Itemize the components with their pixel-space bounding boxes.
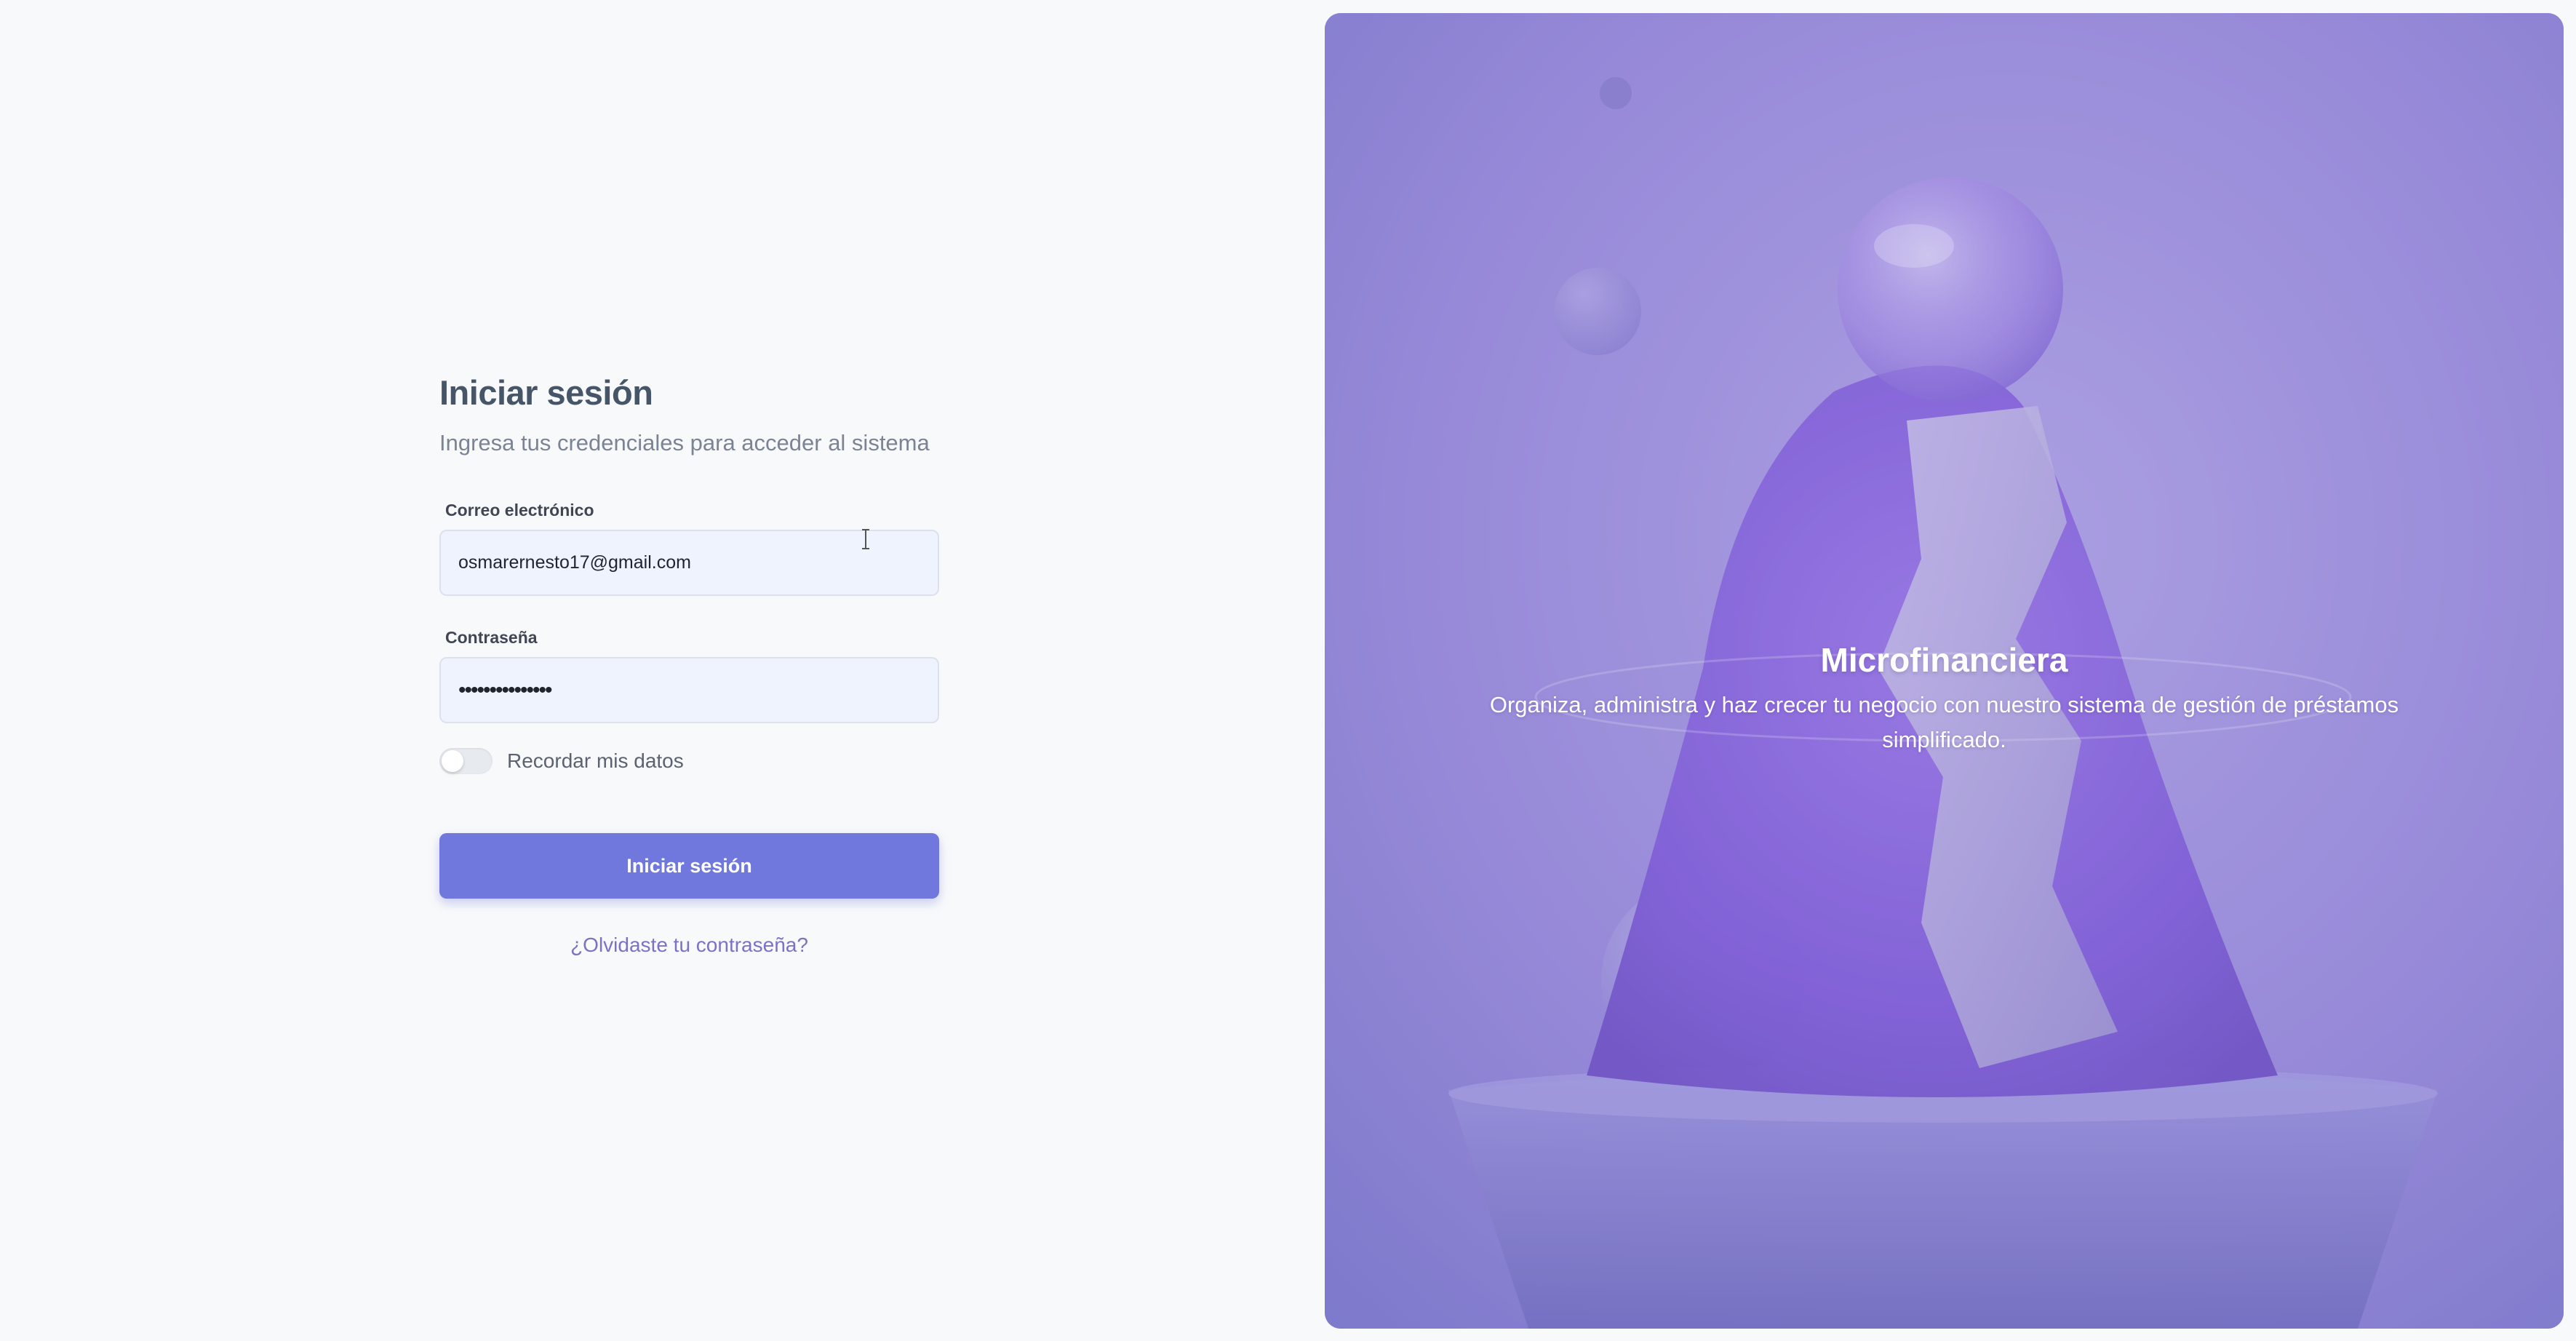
forgot-password-link[interactable]: ¿Olvidaste tu contraseña? [439,934,939,957]
login-button[interactable]: Iniciar sesión [439,833,939,899]
text-cursor-icon [862,529,869,549]
page-subtitle: Ingresa tus credenciales para acceder al… [439,430,930,455]
hero-panel: Microfinanciera Organiza, administra y h… [1325,13,2564,1329]
hero-title: Microfinanciera [1820,641,2068,679]
email-label: Correo electrónico [445,501,594,520]
remember-row: Recordar mis datos [439,745,939,777]
hero-text: Microfinanciera Organiza, administra y h… [1441,635,2447,757]
password-label: Contraseña [445,628,538,647]
remember-toggle[interactable] [439,748,493,774]
login-page: Iniciar sesión Ingresa tus credenciales … [0,0,2576,1341]
toggle-knob [442,750,463,772]
hero-description: Organiza, administra y haz crecer tu neg… [1489,692,2399,752]
password-field[interactable]: ••••••••••••••• [439,657,939,723]
remember-label[interactable]: Recordar mis datos [507,749,684,773]
page-title: Iniciar sesión [439,373,653,412]
login-form: Iniciar sesión Ingresa tus credenciales … [439,367,939,957]
